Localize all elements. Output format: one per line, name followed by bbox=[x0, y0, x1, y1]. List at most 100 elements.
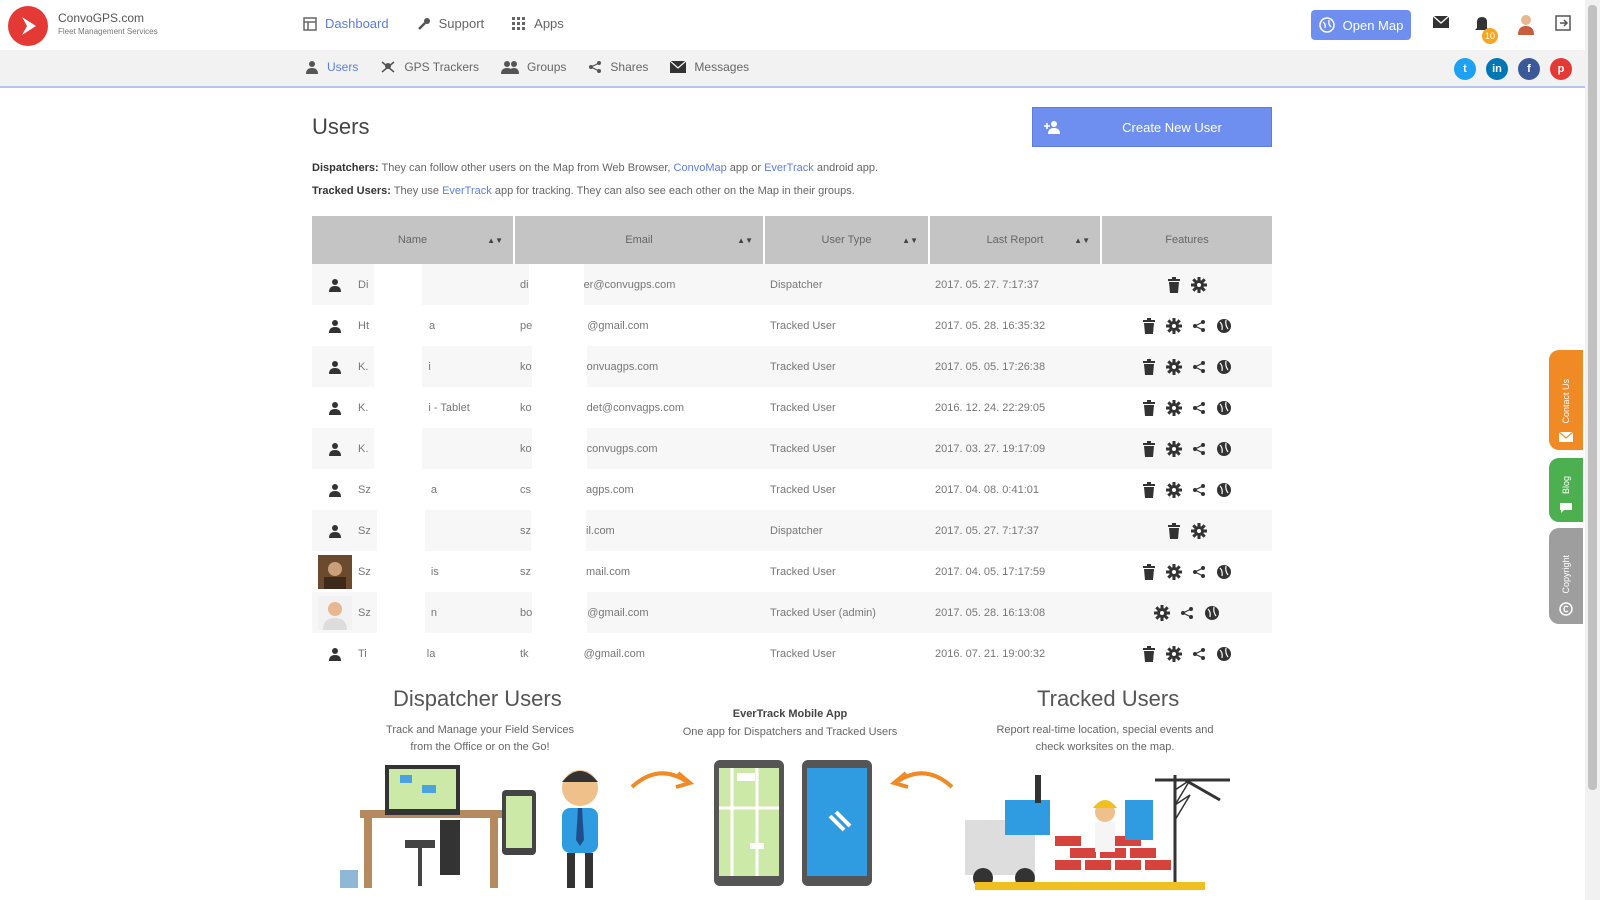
messages-button[interactable] bbox=[1432, 15, 1450, 34]
user-type-cell: Tracked User bbox=[770, 483, 836, 496]
gear-icon[interactable] bbox=[1190, 276, 1207, 293]
globe-icon[interactable] bbox=[1216, 441, 1232, 457]
share-icon[interactable] bbox=[1192, 442, 1206, 456]
globe-icon[interactable] bbox=[1216, 564, 1232, 580]
scrollbar-thumb[interactable] bbox=[1588, 5, 1597, 790]
redaction-block bbox=[531, 387, 587, 428]
globe-icon[interactable] bbox=[1216, 318, 1232, 334]
nav-support[interactable]: Support bbox=[417, 16, 484, 31]
notifications-button[interactable]: 10 bbox=[1474, 15, 1498, 44]
gear-icon[interactable] bbox=[1165, 481, 1182, 498]
user-name-cell: Ti la bbox=[312, 633, 514, 674]
features-cell bbox=[1101, 469, 1272, 510]
user-type-cell: Tracked User bbox=[770, 442, 836, 455]
trash-icon[interactable] bbox=[1142, 399, 1156, 416]
user-name-part: Sz bbox=[358, 565, 371, 578]
email-rest: agps.com bbox=[586, 483, 634, 496]
create-new-user-button[interactable]: Create New User bbox=[1032, 107, 1272, 147]
user-email-cell: pe @gmail.com bbox=[514, 305, 764, 346]
trash-icon[interactable] bbox=[1167, 522, 1181, 539]
tab-gps-trackers[interactable]: GPS Trackers bbox=[380, 60, 479, 74]
gear-icon[interactable] bbox=[1165, 399, 1182, 416]
gear-icon[interactable] bbox=[1190, 522, 1207, 539]
gear-icon[interactable] bbox=[1165, 358, 1182, 375]
chat-icon bbox=[1559, 502, 1573, 514]
gear-icon[interactable] bbox=[1165, 645, 1182, 662]
trash-icon[interactable] bbox=[1142, 563, 1156, 580]
redaction-block bbox=[376, 551, 425, 592]
logout-button[interactable] bbox=[1555, 15, 1571, 36]
brand-logo[interactable] bbox=[8, 6, 48, 46]
tab-users[interactable]: Users bbox=[305, 60, 358, 74]
table-row[interactable]: K. i ko onvuagps.com Tracked User 2017. 05. 0… bbox=[312, 346, 1272, 387]
col-last-report[interactable]: Last Report ▲▼ bbox=[929, 216, 1102, 264]
last-report-cell: 2017. 05. 27. 7:17:37 bbox=[935, 524, 1039, 537]
share-icon[interactable] bbox=[1192, 565, 1206, 579]
share-icon[interactable] bbox=[1192, 401, 1206, 415]
redaction-block bbox=[376, 469, 425, 510]
copyright-tab[interactable]: Copyright bbox=[1549, 528, 1583, 624]
twitter-icon[interactable]: t bbox=[1454, 58, 1476, 80]
user-name-part: K. bbox=[358, 401, 369, 414]
user-name-part: K. bbox=[358, 442, 369, 455]
table-row[interactable]: K. ko convugps.com Tracked User 2017. 03. 27… bbox=[312, 428, 1272, 469]
user-email-cell: di er@convugps.com bbox=[514, 264, 764, 305]
trash-icon[interactable] bbox=[1142, 440, 1156, 457]
convomap-link[interactable]: ConvoMap bbox=[674, 162, 727, 174]
col-name[interactable]: Name ▲▼ bbox=[312, 216, 515, 264]
nav-dashboard[interactable]: Dashboard bbox=[303, 16, 389, 31]
share-icon[interactable] bbox=[1180, 606, 1194, 620]
globe-icon[interactable] bbox=[1216, 400, 1232, 416]
globe-icon[interactable] bbox=[1216, 646, 1232, 662]
globe-icon[interactable] bbox=[1216, 359, 1232, 375]
gear-icon[interactable] bbox=[1165, 317, 1182, 334]
blog-tab[interactable]: Blog bbox=[1549, 458, 1583, 522]
tab-shares[interactable]: Shares bbox=[588, 60, 648, 74]
gear-icon[interactable] bbox=[1153, 604, 1170, 621]
trash-icon[interactable] bbox=[1142, 481, 1156, 498]
trash-icon[interactable] bbox=[1142, 317, 1156, 334]
facebook-icon[interactable]: f bbox=[1518, 58, 1540, 80]
trash-icon[interactable] bbox=[1142, 358, 1156, 375]
redaction-block bbox=[528, 633, 584, 674]
linkedin-icon[interactable]: in bbox=[1486, 58, 1508, 80]
redaction-block bbox=[376, 592, 425, 633]
share-icon[interactable] bbox=[1192, 647, 1206, 661]
tab-messages[interactable]: Messages bbox=[670, 60, 749, 74]
tab-groups[interactable]: Groups bbox=[501, 60, 566, 74]
table-row[interactable]: Di di er@convugps.com Dispatcher 2017. 05. 2… bbox=[312, 264, 1272, 305]
col-email[interactable]: Email ▲▼ bbox=[514, 216, 765, 264]
pinterest-icon[interactable]: p bbox=[1550, 58, 1572, 80]
share-icon[interactable] bbox=[1192, 319, 1206, 333]
table-row[interactable]: Sz sz il.com Dispatcher 2017. 05. 27. 7:17:3… bbox=[312, 510, 1272, 551]
evertrack-link[interactable]: EverTrack bbox=[764, 162, 814, 174]
user-email-cell: cs agps.com bbox=[514, 469, 764, 510]
open-map-button[interactable]: Open Map bbox=[1311, 10, 1411, 40]
share-icon[interactable] bbox=[1192, 483, 1206, 497]
features-cell bbox=[1101, 346, 1272, 387]
gear-icon[interactable] bbox=[1165, 440, 1182, 457]
table-row[interactable]: Sz is sz mail.com Tracked User 2017. 04. 05. … bbox=[312, 551, 1272, 592]
tracker-icon bbox=[380, 60, 396, 74]
user-icon bbox=[318, 483, 352, 497]
col-user-type[interactable]: User Type ▲▼ bbox=[764, 216, 930, 264]
table-row[interactable]: Sz a cs agps.com Tracked User 2017. 04. 08. 0… bbox=[312, 469, 1272, 510]
profile-avatar[interactable] bbox=[1516, 13, 1536, 40]
table-row[interactable]: Ti la tk @gmail.com Tracked User 2016. 07. 21… bbox=[312, 633, 1272, 674]
globe-icon[interactable] bbox=[1204, 605, 1220, 621]
share-icon[interactable] bbox=[1192, 360, 1206, 374]
nav-apps[interactable]: Apps bbox=[512, 16, 564, 31]
evertrack-link[interactable]: EverTrack bbox=[442, 185, 492, 197]
user-type-cell: Tracked User bbox=[770, 319, 836, 332]
contact-us-tab[interactable]: Contact Us bbox=[1549, 350, 1583, 450]
table-row[interactable]: Sz n bo @gmail.com Tracked User (admin) 2017.… bbox=[312, 592, 1272, 633]
table-row[interactable]: Ht a pe @gmail.com Tracked User 2017. 05. 28.… bbox=[312, 305, 1272, 346]
email-rest: @gmail.com bbox=[587, 606, 649, 619]
trash-icon[interactable] bbox=[1142, 645, 1156, 662]
top-bar: ConvoGPS.com Fleet Management Services D… bbox=[0, 0, 1585, 50]
gear-icon[interactable] bbox=[1165, 563, 1182, 580]
globe-icon[interactable] bbox=[1216, 482, 1232, 498]
trash-icon[interactable] bbox=[1167, 276, 1181, 293]
email-part: sz bbox=[520, 565, 531, 578]
table-row[interactable]: K. i - Tablet ko det@convagps.com Tracked Us… bbox=[312, 387, 1272, 428]
